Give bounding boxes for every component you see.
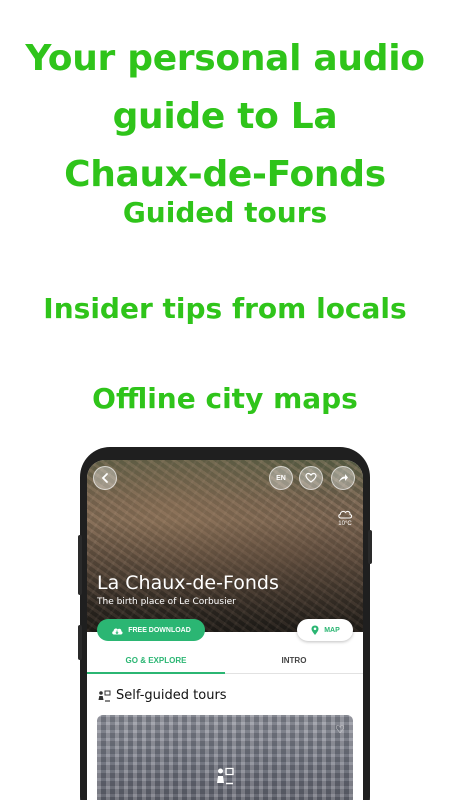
feature-insider-tips: Insider tips from locals: [43, 292, 407, 325]
feature-offline-maps: Offline city maps: [92, 382, 358, 415]
card-heart-icon[interactable]: ♡: [335, 723, 345, 736]
language-button[interactable]: EN: [269, 466, 293, 490]
favorite-button[interactable]: [299, 466, 323, 490]
phone-power-button: [368, 530, 372, 564]
free-download-label: FREE DOWNLOAD: [128, 626, 191, 634]
headline: Your personal audio guide to La Chaux-de…: [0, 30, 450, 204]
phone-side-button: [78, 535, 82, 595]
tour-guide-icon: [98, 690, 111, 702]
phone-side-button: [78, 625, 82, 660]
share-icon: [339, 474, 348, 482]
weather-temperature: 10°C: [338, 521, 352, 527]
heart-icon: [305, 472, 317, 483]
cloud-download-icon: [112, 628, 123, 634]
headline-line-1: Your personal audio: [25, 38, 425, 79]
city-subtitle: The birth place of Le Corbusier: [97, 597, 236, 607]
city-title: La Chaux-de-Fonds: [97, 572, 279, 594]
tab-intro[interactable]: INTRO: [225, 648, 363, 674]
back-arrow-icon: [101, 473, 108, 483]
feature-guided-tours: Guided tours: [122, 196, 328, 229]
tab-bar: GO & EXPLORE INTRO: [87, 648, 363, 674]
tab-go-explore[interactable]: GO & EXPLORE: [87, 648, 225, 674]
map-label: MAP: [324, 626, 340, 634]
tour-guide-icon: [217, 767, 234, 785]
cloud-icon: [338, 510, 353, 519]
tour-card[interactable]: ♡: [97, 715, 353, 800]
share-button[interactable]: [331, 466, 355, 490]
self-guided-tours-label: Self-guided tours: [116, 688, 227, 703]
weather-widget: 10°C: [333, 508, 357, 527]
free-download-button[interactable]: FREE DOWNLOAD: [97, 619, 205, 641]
back-button[interactable]: [93, 466, 117, 490]
map-button[interactable]: MAP: [297, 619, 353, 641]
app-screen: EN 10°C La Chaux-de-Fonds The birth plac…: [87, 460, 363, 800]
self-guided-tours-heading: Self-guided tours: [97, 688, 227, 703]
map-pin-icon: [311, 625, 319, 635]
headline-line-2: guide to La: [112, 96, 338, 137]
